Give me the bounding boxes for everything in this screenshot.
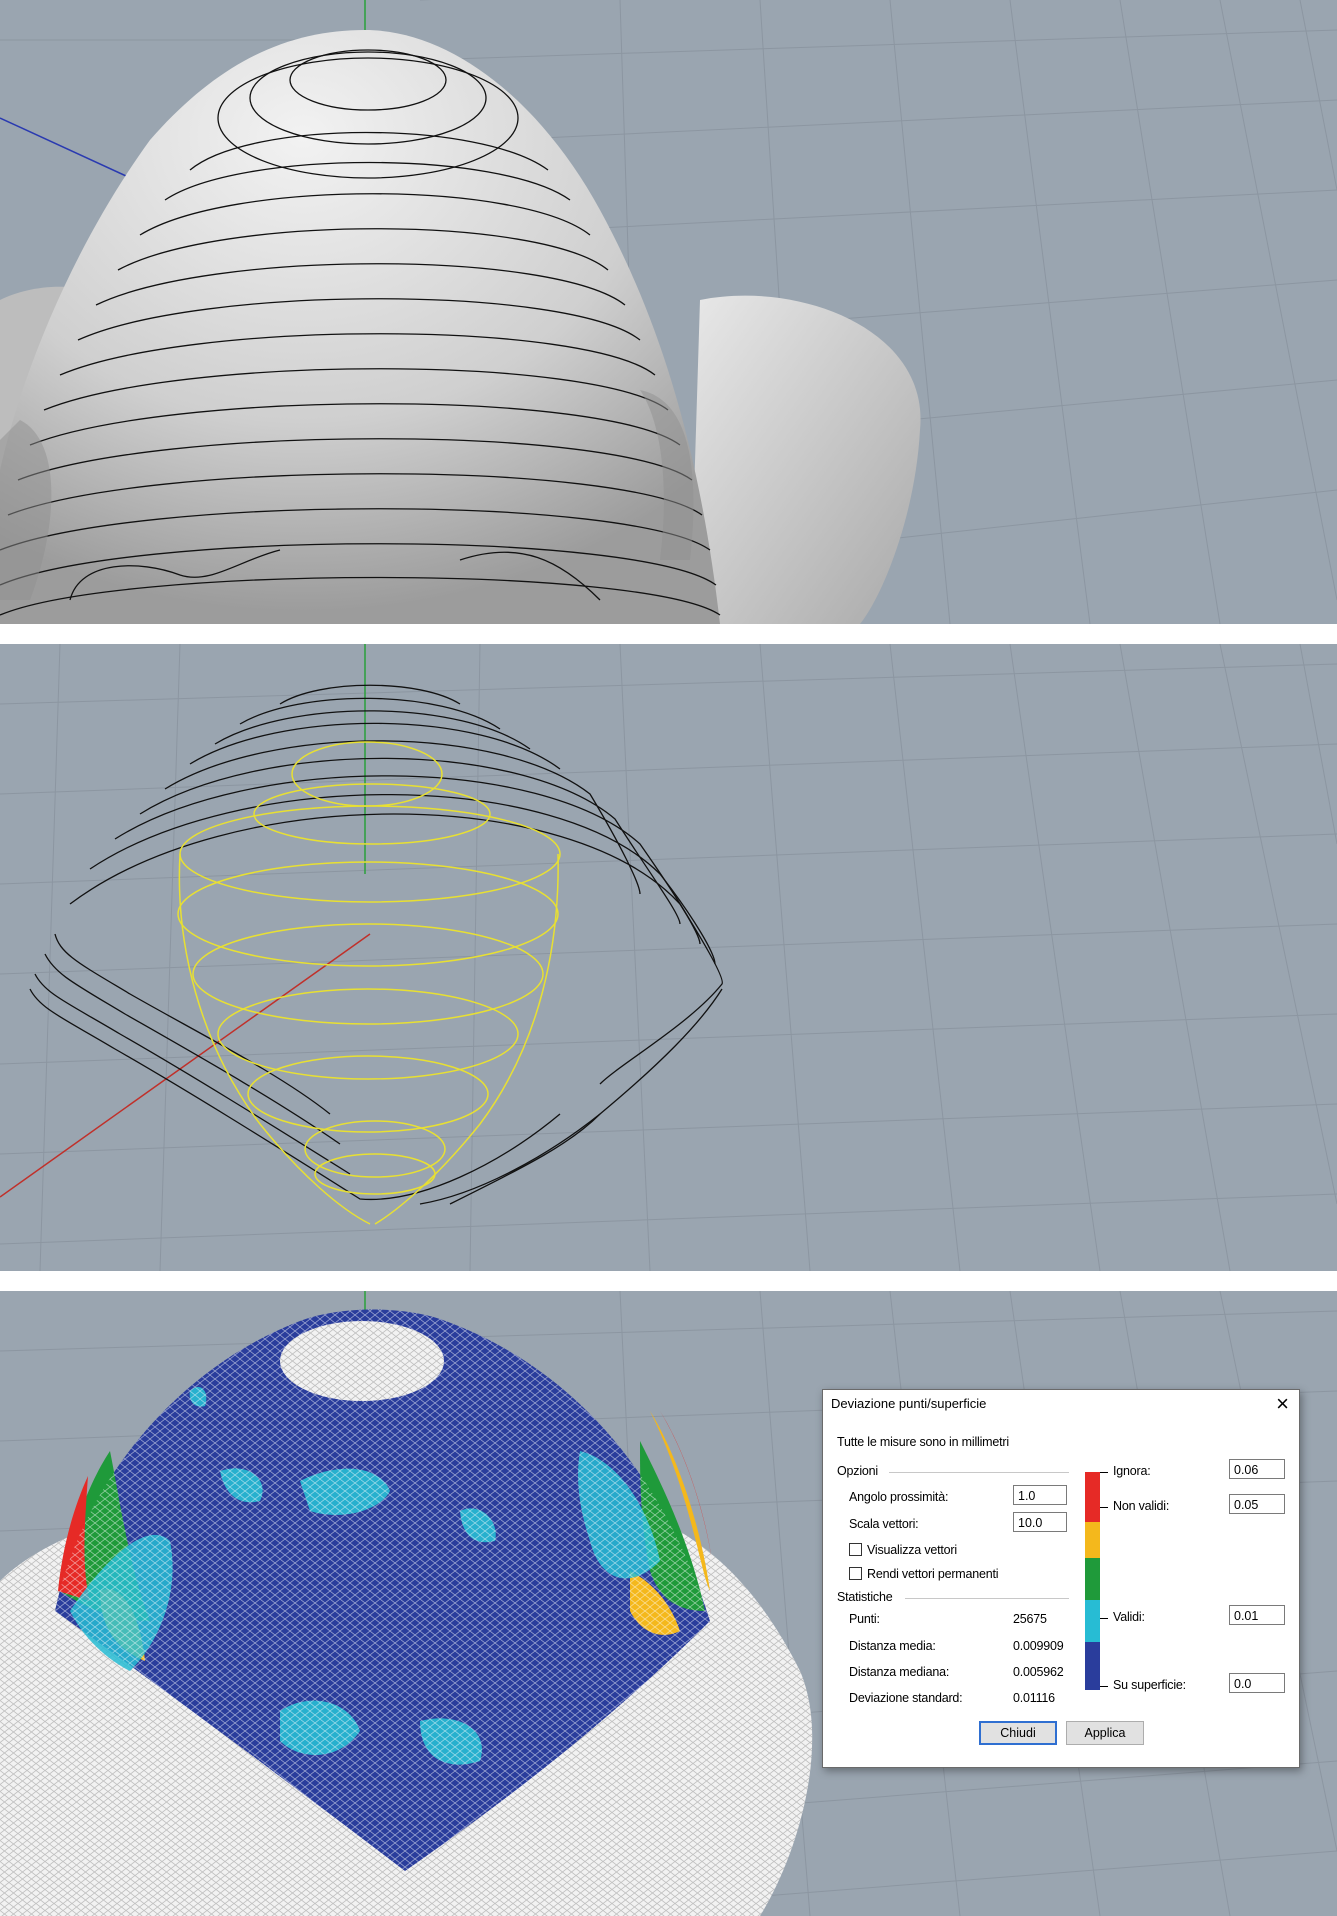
legend-tick-ignore bbox=[1100, 1472, 1108, 1473]
invalid-input[interactable]: 0.05 bbox=[1229, 1494, 1285, 1514]
legend-tick-on-surface bbox=[1100, 1686, 1108, 1687]
x-axis-line bbox=[0, 933, 371, 1198]
permanent-vectors-label: Rendi vettori permanenti bbox=[867, 1567, 999, 1581]
units-note: Tutte le misure sono in millimetri bbox=[837, 1435, 1009, 1449]
proximity-input[interactable]: 1.0 bbox=[1013, 1485, 1067, 1505]
valid-input[interactable]: 0.01 bbox=[1229, 1605, 1285, 1625]
on-surface-label: Su superficie: bbox=[1113, 1678, 1186, 1692]
point-deviation-view[interactable]: Deviazione punti/superficie × Tutte le m… bbox=[0, 1291, 1337, 1916]
points-value: 25675 bbox=[1013, 1612, 1047, 1626]
wireframe-contour-curves bbox=[29, 684, 723, 1205]
close-button[interactable]: Chiudi bbox=[979, 1721, 1057, 1745]
points-label: Punti: bbox=[849, 1612, 880, 1626]
options-heading: Opzioni bbox=[837, 1464, 878, 1478]
vector-scale-label: Scala vettori: bbox=[849, 1517, 919, 1531]
legend-tick-invalid bbox=[1100, 1507, 1108, 1508]
contour-curves-on-surface-view[interactable] bbox=[0, 0, 1337, 624]
valid-label: Validi: bbox=[1113, 1610, 1145, 1624]
legend-bar-red bbox=[1085, 1472, 1100, 1522]
viewport-1-canvas bbox=[0, 0, 1337, 624]
dome-top-hole-mesh bbox=[280, 1321, 444, 1401]
stats-separator bbox=[905, 1598, 1069, 1599]
dome-surface bbox=[0, 30, 720, 624]
stddev-label: Deviazione standard: bbox=[849, 1691, 963, 1705]
dialog-title: Deviazione punti/superficie bbox=[831, 1396, 987, 1411]
legend-bar-cyan bbox=[1085, 1600, 1100, 1642]
ignore-label: Ignora: bbox=[1113, 1464, 1151, 1478]
surface-side-lobe bbox=[690, 295, 921, 624]
show-vectors-checkbox[interactable] bbox=[849, 1543, 862, 1556]
apply-button[interactable]: Applica bbox=[1066, 1721, 1144, 1745]
stats-heading: Statistiche bbox=[837, 1590, 893, 1604]
vector-scale-input[interactable]: 10.0 bbox=[1013, 1512, 1067, 1532]
on-surface-input[interactable]: 0.0 bbox=[1229, 1673, 1285, 1693]
legend-tick-valid bbox=[1100, 1618, 1108, 1619]
wireframe-contours-view[interactable] bbox=[0, 644, 1337, 1271]
mean-distance-value: 0.009909 bbox=[1013, 1639, 1064, 1653]
ignore-input[interactable]: 0.06 bbox=[1229, 1459, 1285, 1479]
grid-lines bbox=[0, 644, 1337, 1271]
legend-bar-blue bbox=[1085, 1642, 1100, 1690]
proximity-label: Angolo prossimità: bbox=[849, 1490, 949, 1504]
show-vectors-label: Visualizza vettori bbox=[867, 1543, 957, 1557]
mean-distance-label: Distanza media: bbox=[849, 1639, 936, 1653]
point-deviation-dialog[interactable]: Deviazione punti/superficie × Tutte le m… bbox=[822, 1389, 1300, 1768]
median-distance-label: Distanza mediana: bbox=[849, 1665, 950, 1679]
viewport-2-canvas bbox=[0, 644, 1337, 1271]
options-separator bbox=[889, 1472, 1069, 1473]
permanent-vectors-checkbox[interactable] bbox=[849, 1567, 862, 1580]
legend-bar-green bbox=[1085, 1558, 1100, 1600]
stddev-value: 0.01116 bbox=[1013, 1691, 1055, 1705]
invalid-label: Non validi: bbox=[1113, 1499, 1170, 1513]
close-icon[interactable]: × bbox=[1276, 1391, 1289, 1417]
median-distance-value: 0.005962 bbox=[1013, 1665, 1064, 1679]
legend-bar-orange bbox=[1085, 1522, 1100, 1558]
